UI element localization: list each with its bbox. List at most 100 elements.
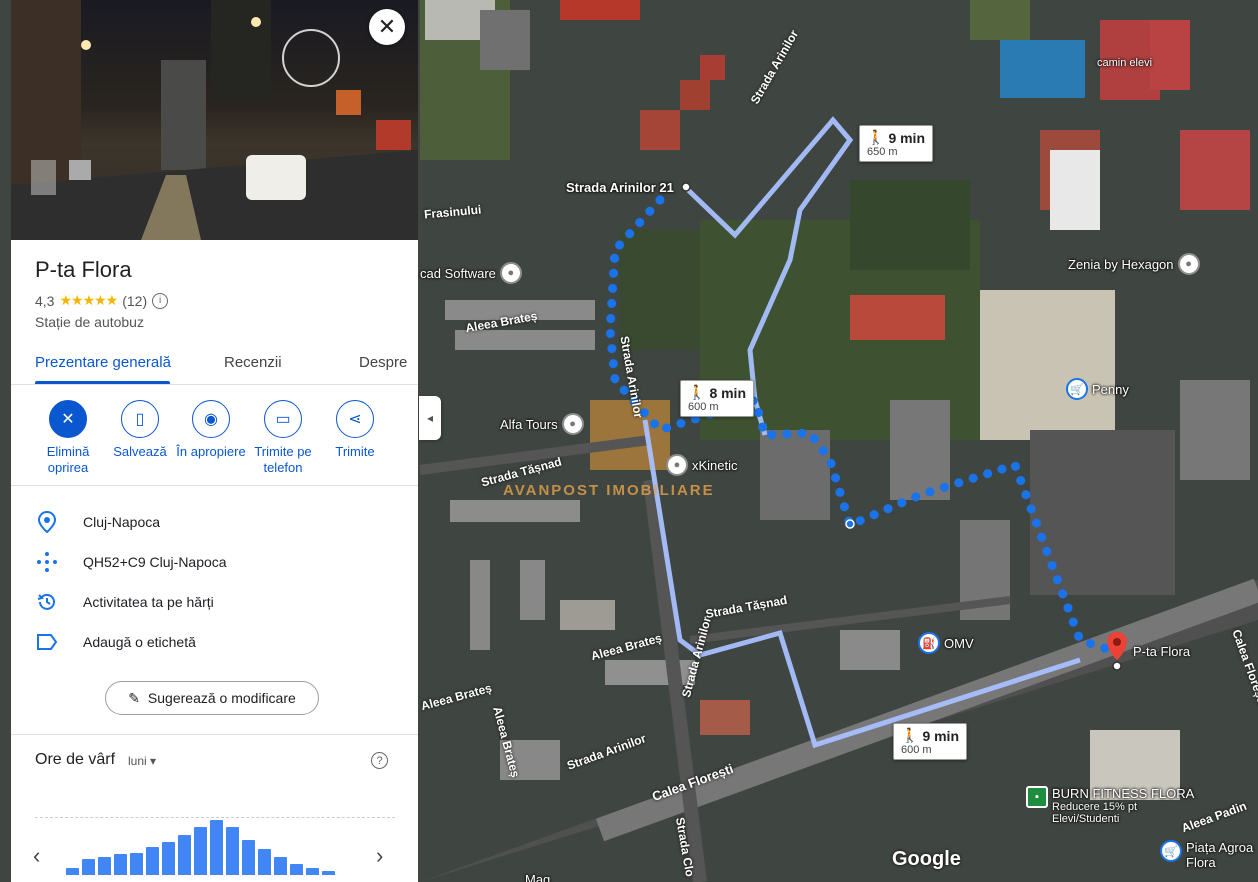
route-time-box[interactable]: 🚶 9 min 650 m — [859, 125, 934, 162]
route-distance: 600 m — [901, 744, 932, 756]
route-time: 9 min — [922, 727, 960, 744]
poi-burn-fitness[interactable]: ▪ BURN FITNESS FLORA Reducere 15% pt Ele… — [1026, 786, 1194, 825]
poi-pin-icon: ● — [666, 454, 688, 476]
peak-hour-bar[interactable] — [258, 849, 271, 875]
suggest-edit-button[interactable]: ✎ Sugerează o modificare — [105, 681, 319, 715]
suggest-edit-label: Sugerează o modificare — [147, 690, 296, 706]
route-time-box[interactable]: 🚶 9 min 600 m — [893, 723, 968, 760]
poi-xkinetic[interactable]: ● xKinetic — [666, 454, 738, 476]
poi-label: BURN FITNESS FLORA — [1052, 786, 1195, 801]
place-category: Stație de autobuz — [35, 314, 144, 330]
poi-pin-icon: ● — [499, 262, 522, 284]
peak-hour-bar[interactable] — [274, 857, 287, 875]
walking-icon: 🚶 — [901, 727, 919, 743]
peak-hour-bar[interactable] — [194, 827, 207, 875]
place-panel: ✕ P-ta Flora 4,3 ★★★★★ (12) i Stație de … — [11, 0, 418, 882]
send-to-phone-button[interactable]: ▭ Trimite pe telefon — [248, 400, 318, 476]
info-text: Activitatea ta pe hărți — [83, 594, 214, 610]
save-button[interactable]: ▯ Salvează — [105, 400, 175, 460]
route-time: 9 min — [888, 129, 926, 146]
poi-penny[interactable]: 🛒 Penny — [1066, 378, 1129, 400]
info-text: Adaugă o etichetă — [83, 634, 196, 650]
poi-alfa-tours[interactable]: Alfa Tours ● — [500, 413, 584, 435]
action-bar: ✕ Elimină oprirea ▯ Salvează ◉ În apropi… — [11, 400, 418, 486]
poi-piata[interactable]: 🛒 Piața Agroa Flora — [1160, 840, 1253, 870]
tab-overview[interactable]: Prezentare generală — [35, 354, 171, 371]
destination-label[interactable]: P-ta Flora — [1133, 644, 1190, 659]
poi-omv[interactable]: ⛽ OMV — [918, 632, 974, 654]
help-icon[interactable]: ? — [371, 752, 388, 769]
walking-icon: 🚶 — [688, 384, 706, 400]
shopping-cart-icon: 🛒 — [1160, 840, 1182, 862]
poi-zenia[interactable]: Zenia by Hexagon ● — [1068, 253, 1200, 275]
nearby-button[interactable]: ◉ În apropiere — [176, 400, 246, 460]
peak-hour-bar[interactable] — [162, 842, 175, 875]
info-row-address[interactable]: Cluj-Napoca — [35, 510, 160, 534]
bus-stop-label[interactable]: Strada Arinilor 21 — [566, 180, 674, 195]
location-pin-icon — [35, 510, 59, 534]
poi-sublabel: Elevi/Studenti — [1052, 813, 1120, 825]
gym-icon: ▪ — [1026, 786, 1048, 808]
peak-hours-title: Ore de vârf — [35, 751, 116, 768]
peak-hour-bar[interactable] — [290, 864, 303, 875]
label-icon — [35, 630, 59, 654]
info-text: QH52+C9 Cluj-Napoca — [83, 554, 227, 570]
collapse-panel-button[interactable]: ◂ — [419, 396, 441, 440]
chevron-down-icon: ▾ — [150, 754, 157, 768]
prev-day-button[interactable]: ‹ — [33, 843, 40, 869]
shopping-cart-icon: 🛒 — [1066, 378, 1088, 400]
action-label: În apropiere — [176, 444, 246, 459]
peak-hour-bar[interactable] — [242, 840, 255, 875]
active-tab-indicator — [35, 381, 170, 384]
place-title: P-ta Flora — [35, 257, 132, 282]
peak-hours-chart — [66, 805, 396, 875]
poi-label: Mag — [525, 872, 551, 882]
info-row-label[interactable]: Adaugă o etichetă — [35, 630, 196, 654]
poi-label: Piața Agroa — [1186, 840, 1254, 855]
rating-value: 4,3 — [35, 292, 55, 309]
poi-label: OMV — [944, 635, 974, 651]
peak-hour-bar[interactable] — [82, 859, 95, 875]
poi-label: Zenia by Hexagon — [1068, 256, 1174, 272]
google-logo: Google — [892, 848, 961, 870]
route-time-box[interactable]: 🚶 8 min 600 m — [680, 380, 755, 417]
peak-hour-bar[interactable] — [98, 857, 111, 875]
remove-stop-button[interactable]: ✕ Elimină oprirea — [33, 400, 103, 476]
peak-hour-bar[interactable] — [178, 835, 191, 875]
gas-station-icon: ⛽ — [918, 632, 940, 654]
poi-label: Penny — [1092, 381, 1129, 397]
peak-hour-bar[interactable] — [226, 827, 239, 875]
info-icon[interactable]: i — [152, 292, 169, 309]
share-icon: ⋖ — [336, 400, 374, 438]
rating-row[interactable]: 4,3 ★★★★★ (12) i — [35, 292, 169, 309]
peak-hour-bar[interactable] — [306, 868, 319, 875]
route-time: 8 min — [709, 384, 747, 401]
send-to-phone-icon: ▭ — [264, 400, 302, 438]
action-label: Salvează — [113, 444, 167, 459]
plus-code-icon — [35, 550, 59, 574]
place-photo[interactable]: ✕ — [11, 0, 418, 240]
peak-hour-bar[interactable] — [210, 820, 223, 875]
peak-hour-bar[interactable] — [66, 868, 79, 875]
info-row-activity[interactable]: Activitatea ta pe hărți — [35, 590, 214, 614]
tab-about[interactable]: Despre — [359, 354, 407, 371]
chevron-left-icon: ◂ — [426, 411, 434, 425]
peak-hour-bar[interactable] — [146, 847, 159, 875]
info-row-plus-code[interactable]: QH52+C9 Cluj-Napoca — [35, 550, 227, 574]
peak-day-selector[interactable]: luni ▾ — [128, 754, 156, 768]
next-day-button[interactable]: › — [376, 843, 383, 869]
poi-sublabel: Reducere 15% pt — [1052, 801, 1137, 813]
poi-cad-software[interactable]: cad Software ● — [420, 262, 522, 284]
close-button[interactable]: ✕ — [369, 9, 405, 45]
poi-pin-icon: ● — [1177, 253, 1200, 275]
walking-icon: 🚶 — [867, 129, 885, 145]
peak-hour-bar[interactable] — [114, 854, 127, 875]
street-view-image — [11, 0, 418, 240]
tab-reviews[interactable]: Recenzii — [224, 354, 282, 371]
close-icon: ✕ — [377, 14, 397, 39]
peak-hour-bar[interactable] — [322, 871, 335, 875]
route-distance: 600 m — [688, 401, 719, 413]
peak-hour-bar[interactable] — [130, 853, 143, 875]
share-button[interactable]: ⋖ Trimite — [320, 400, 390, 460]
review-count[interactable]: (12) — [122, 293, 147, 309]
